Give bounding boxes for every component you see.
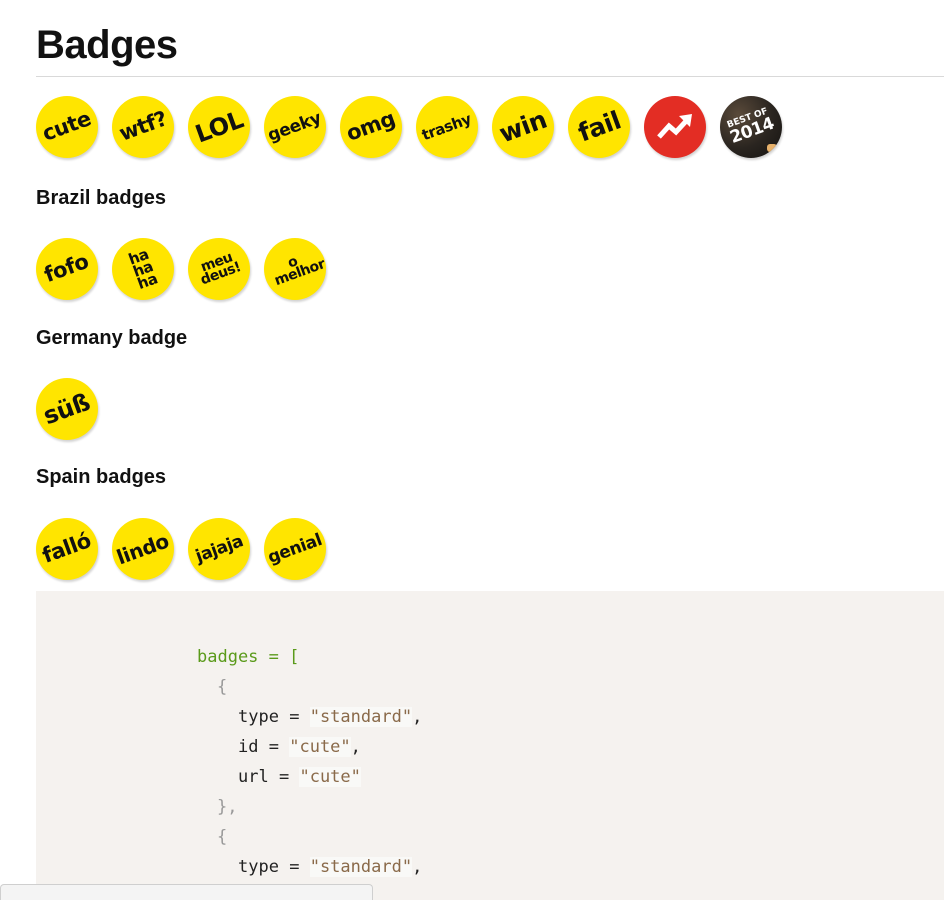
code-line: badges = [ — [197, 647, 300, 667]
germany-badge-heading: Germany badge — [36, 327, 188, 349]
badge-hahaha-icon[interactable]: ha ha ha — [112, 238, 174, 300]
badge-label: lindo — [113, 528, 173, 569]
best-of-2014-label: BEST OF 2014 — [726, 106, 778, 148]
badge-label: trashy — [419, 109, 474, 144]
badge-label: jajaja — [192, 531, 246, 567]
brazil-badges-row: fofo ha ha ha meu deus! o melhor — [36, 238, 326, 300]
code-line: type = "standard", — [238, 857, 423, 877]
badge-label: wtf? — [115, 106, 170, 146]
badge-label: o melhor — [272, 253, 326, 290]
spain-badges-row: falló lindo jajaja genial — [36, 518, 326, 580]
badge-win-icon[interactable]: win — [492, 96, 554, 158]
badge-label: genial — [265, 529, 325, 568]
thumbs-up-icon — [767, 144, 777, 152]
badge-label: falló — [39, 528, 95, 568]
badge-cute-icon[interactable]: cute — [36, 96, 98, 158]
badge-suess-icon[interactable]: süß — [36, 378, 98, 440]
trending-arrow-glyph — [657, 114, 692, 139]
badge-meu-deus-icon[interactable]: meu deus! — [188, 238, 250, 300]
badge-omg-icon[interactable]: omg — [340, 96, 402, 158]
code-line: id = "cute", — [238, 737, 361, 757]
badge-fallo-icon[interactable]: falló — [36, 518, 98, 580]
code-line: }, — [217, 797, 238, 817]
standard-badges-row: cute wtf? LOL geeky omg trashy win fail … — [36, 96, 782, 158]
code-block: badges = [ { type = "standard", id = "cu… — [36, 591, 944, 900]
badge-fail-icon[interactable]: fail — [568, 96, 630, 158]
badge-label: geeky — [265, 107, 325, 146]
badge-o-melhor-icon[interactable]: o melhor — [264, 238, 326, 300]
badge-geeky-icon[interactable]: geeky — [264, 96, 326, 158]
badge-label: omg — [343, 106, 399, 146]
brazil-badges-heading: Brazil badges — [36, 187, 167, 209]
badge-jajaja-icon[interactable]: jajaja — [188, 518, 250, 580]
badge-label: LOL — [191, 105, 247, 149]
trending-arrow-icon[interactable] — [644, 96, 706, 158]
badge-lindo-icon[interactable]: lindo — [112, 518, 174, 580]
badge-wtf-icon[interactable]: wtf? — [112, 96, 174, 158]
code-line: url = "cute" — [238, 767, 361, 787]
badge-label: cute — [39, 106, 95, 146]
badge-genial-icon[interactable]: genial — [264, 518, 326, 580]
spain-badges-heading: Spain badges — [36, 466, 167, 488]
badge-label: ha ha ha — [126, 244, 160, 293]
best-of-2014-icon[interactable]: BEST OF 2014 — [720, 96, 782, 158]
code-line: type = "standard", — [238, 707, 423, 727]
badge-label: meu deus! — [198, 249, 244, 289]
badge-label: fail — [573, 105, 625, 148]
badge-trashy-icon[interactable]: trashy — [416, 96, 478, 158]
code-line: { — [217, 827, 228, 847]
germany-badges-row: süß — [36, 378, 98, 440]
badge-fofo-icon[interactable]: fofo — [36, 238, 98, 300]
badge-label: win — [495, 105, 551, 149]
badge-label: fofo — [41, 249, 92, 288]
badge-lol-icon[interactable]: LOL — [188, 96, 250, 158]
page-title: Badges — [36, 23, 178, 67]
horizontal-scrollbar[interactable] — [0, 884, 373, 900]
title-divider — [36, 76, 944, 77]
badge-label: süß — [39, 387, 94, 431]
code-line: { — [217, 677, 228, 697]
